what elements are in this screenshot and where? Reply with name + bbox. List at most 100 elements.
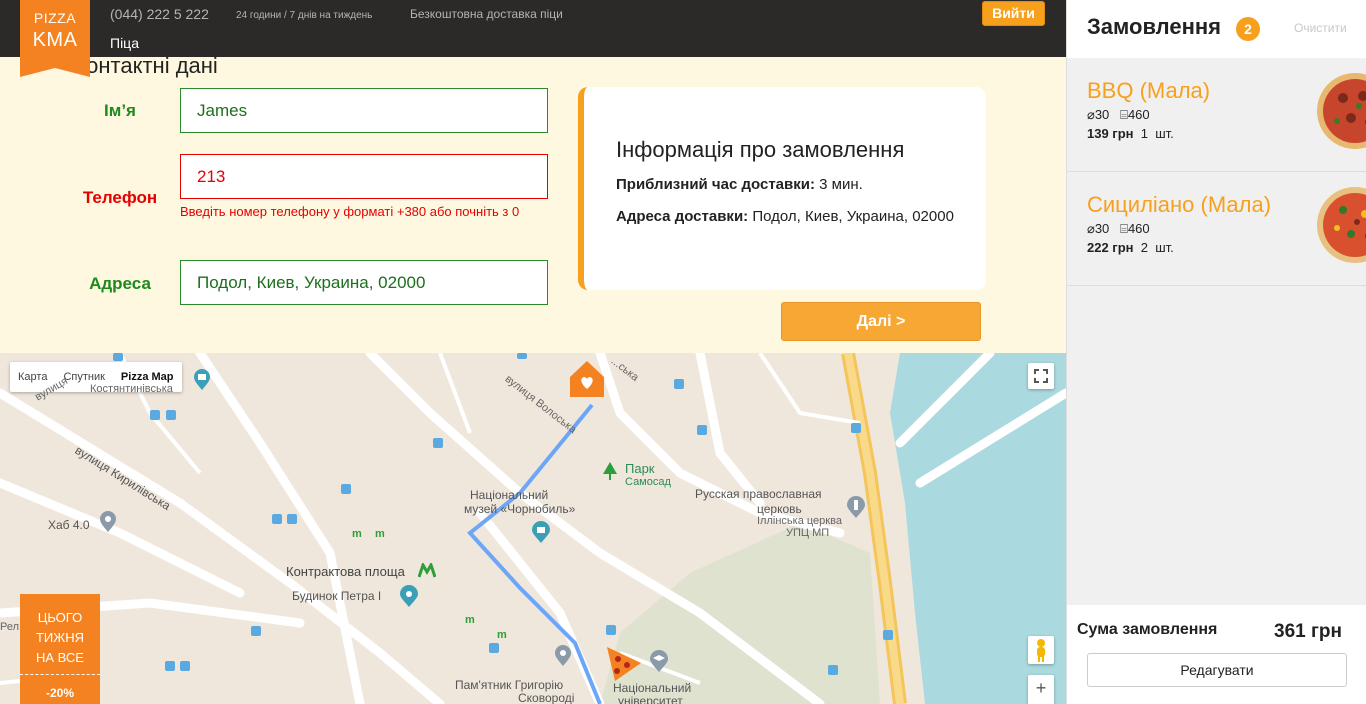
diameter-icon: ⌀ <box>1087 221 1095 236</box>
delivery-time: Приблизний час доставки: 3 мин. <box>616 173 954 197</box>
working-hours: 24 години / 7 днів на тиждень <box>236 10 373 21</box>
pizza-marker-icon[interactable] <box>603 643 643 683</box>
cart-item-weight: 460 <box>1127 221 1150 236</box>
name-input[interactable] <box>180 88 548 133</box>
museum-label: Національний <box>470 488 549 502</box>
house-label: Будинок Петра І <box>292 589 382 603</box>
cart-item-price: 222 грн <box>1087 240 1134 255</box>
cart-item-specs: ⌀30 ⌸460 <box>1087 107 1150 123</box>
cart-item-name: Сициліано (Мала) <box>1087 192 1272 217</box>
logo[interactable]: PIZZA KMA <box>20 0 90 77</box>
order-sum-label: Сума замовлення <box>1077 621 1218 638</box>
cart-item-qty-unit: шт. <box>1155 240 1174 255</box>
church-label: Іллінська церква <box>757 515 842 527</box>
cart-footer: Сума замовлення 361 грн Редагувати <box>1067 605 1366 704</box>
nav-pizza-link[interactable]: Піца <box>110 35 139 51</box>
svg-text:m: m <box>465 614 475 626</box>
order-info-title: Інформація про замовлення <box>616 137 905 162</box>
next-button[interactable]: Далі > <box>781 302 981 341</box>
fullscreen-button[interactable] <box>1028 363 1054 389</box>
pizza-image <box>1317 187 1366 263</box>
section-title-text: Контактні дані <box>73 53 218 78</box>
phone-label: Телефон <box>82 188 158 207</box>
landmark-pin-icon <box>400 585 418 607</box>
cart-item-price-line: 139 грн 1 шт. <box>1087 126 1174 141</box>
phone-number[interactable]: (044) 222 5 222 <box>110 6 209 22</box>
top-bar: (044) 222 5 222 24 години / 7 днів на ти… <box>0 0 1066 57</box>
fullscreen-icon <box>1034 369 1048 383</box>
order-info-card: Інформація про замовлення Приблизний час… <box>578 87 986 290</box>
pizza-image <box>1317 73 1366 149</box>
cart-item: Сициліано (Мала) ⌀30 ⌸460 222 грн 2 шт. <box>1067 172 1366 286</box>
promo-line1: ЦЬОГО <box>37 610 83 625</box>
promo-discount: -20% <box>20 674 100 703</box>
metro-pin-icon <box>194 369 210 390</box>
hub-label: Хаб 4.0 <box>48 518 90 532</box>
university-label: Національний <box>613 681 692 695</box>
weight-icon: ⌸ <box>1120 107 1128 122</box>
order-sum-value: 361 грн <box>1274 621 1342 642</box>
cart-header: Замовлення 2 Очистити <box>1067 0 1366 58</box>
logo-line2: KMA <box>32 29 78 51</box>
museum-label: музей «Чорнобиль» <box>464 502 576 516</box>
cart-item-price-line: 222 грн 2 шт. <box>1087 240 1174 255</box>
free-delivery-text: Безкоштовна доставка піци <box>410 7 563 21</box>
address-input[interactable] <box>180 260 548 305</box>
phone-error-message: Введіть номер телефону у форматі +380 аб… <box>180 204 520 219</box>
museum-pin-icon <box>532 521 550 543</box>
cart-item: BBQ (Мала) ⌀30 ⌸460 139 грн 1 шт. <box>1067 58 1366 172</box>
monument-label: Сковороді <box>518 691 575 704</box>
cart-item-price: 139 грн <box>1087 126 1134 141</box>
church-label: УПЦ МП <box>786 527 830 539</box>
home-marker-icon[interactable] <box>568 359 606 399</box>
place-pin-icon <box>100 511 116 532</box>
contact-form-section: ‹Контактні дані Ім’я Телефон Введіть ном… <box>0 53 1066 353</box>
svg-text:m: m <box>497 629 507 641</box>
cart-item-diameter: 30 <box>1094 107 1110 122</box>
svg-text:m: m <box>375 528 385 540</box>
university-pin-icon <box>650 650 668 672</box>
street-label: Костянтинівська <box>90 383 173 395</box>
logo-line1: PIZZA <box>33 10 77 26</box>
delivery-address-label: Адреса доставки: <box>616 208 749 225</box>
name-label: Ім’я <box>104 101 136 120</box>
cart-item-name: BBQ (Мала) <box>1087 78 1211 103</box>
delivery-map[interactable]: m m m m Карта Спутник Pizza Map вулиця К… <box>0 353 1066 704</box>
cart-sidebar: Замовлення 2 Очистити BBQ (Мала) ⌀30 ⌸46… <box>1066 0 1366 704</box>
promo-line2: ТИЖНЯ <box>35 630 85 645</box>
weight-icon: ⌸ <box>1120 221 1128 236</box>
cart-item-qty: 2 <box>1140 240 1148 255</box>
monument-label: Пам'ятник Григорію <box>455 678 564 692</box>
cart-item-qty-unit: шт. <box>1155 126 1174 141</box>
address-label: Адреса <box>89 274 151 293</box>
logout-button[interactable]: Вийти <box>982 1 1045 26</box>
park-sublabel: Самосад <box>625 476 671 488</box>
park-tree-icon <box>603 462 617 480</box>
cart-title: Замовлення <box>1087 14 1222 39</box>
clear-cart-button[interactable]: Очистити <box>1294 21 1347 35</box>
zoom-in-button[interactable]: + <box>1028 675 1054 704</box>
street-view-button[interactable] <box>1028 636 1054 664</box>
church-pin-icon <box>847 496 865 518</box>
delivery-time-value: 3 мин. <box>819 176 863 193</box>
svg-text:m: m <box>352 528 362 540</box>
place-pin-icon <box>555 645 571 666</box>
church-label: церковь <box>757 502 802 516</box>
park-label: Парк <box>625 461 655 476</box>
cart-item-qty: 1 <box>1140 126 1148 141</box>
cart-item-specs: ⌀30 ⌸460 <box>1087 221 1150 237</box>
delivery-address: Адреса доставки: Подол, Киев, Украина, 0… <box>616 205 954 229</box>
edit-order-button[interactable]: Редагувати <box>1087 653 1347 687</box>
square-label: Контрактова площа <box>286 564 405 579</box>
metro-icon <box>418 563 436 578</box>
cart-count-badge: 2 <box>1236 17 1260 41</box>
promo-line3: НА ВСЕ <box>36 650 84 665</box>
diameter-icon: ⌀ <box>1087 107 1095 122</box>
phone-input[interactable] <box>180 154 548 199</box>
cart-item-diameter: 30 <box>1094 221 1110 236</box>
pegman-icon <box>1037 639 1045 662</box>
university-label: університет <box>618 694 683 704</box>
delivery-time-label: Приблизний час доставки: <box>616 176 815 193</box>
promo-badge[interactable]: ЦЬОГО ТИЖНЯ НА ВСЕ -20% <box>20 594 100 704</box>
cart-item-weight: 460 <box>1127 107 1150 122</box>
